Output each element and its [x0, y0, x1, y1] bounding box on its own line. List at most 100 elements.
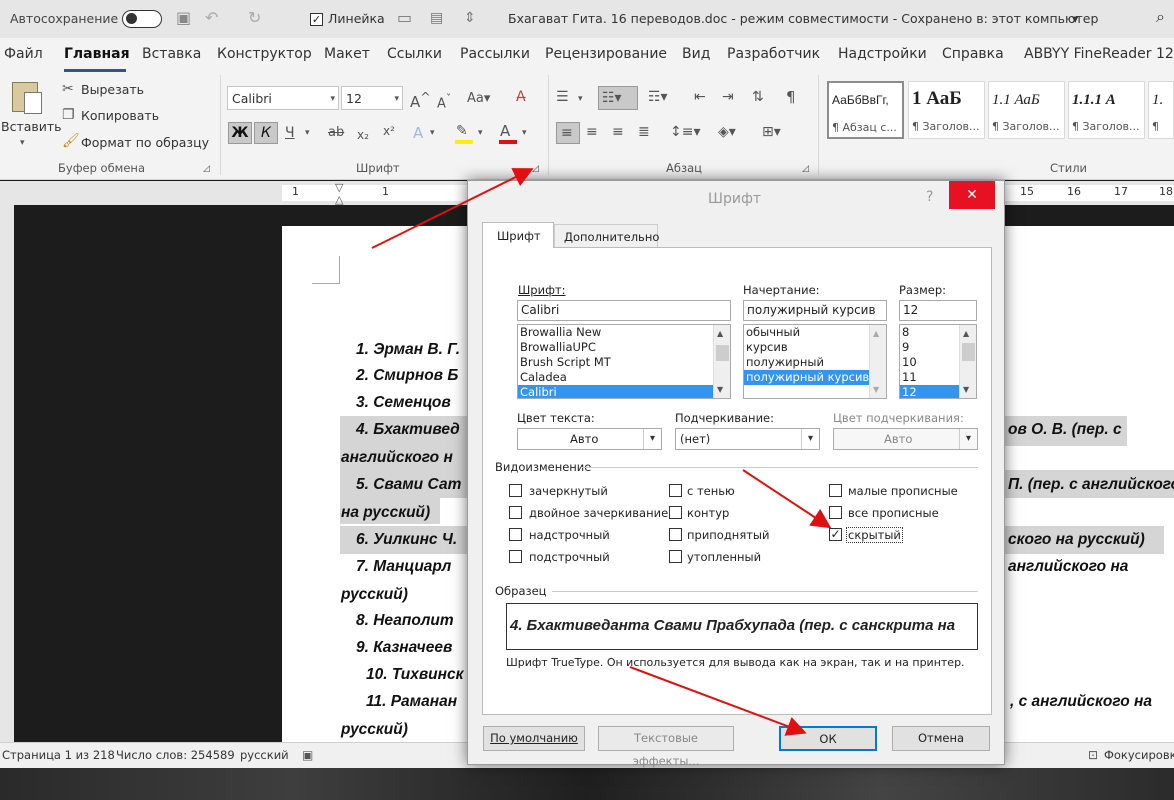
- bold-button[interactable]: Ж: [228, 122, 252, 144]
- font-color-icon[interactable]: A: [500, 122, 510, 140]
- shading-icon[interactable]: ◈▾: [718, 123, 736, 141]
- superscript-icon[interactable]: x²: [383, 122, 395, 140]
- justify-icon[interactable]: ≣: [638, 123, 650, 141]
- print-icon[interactable]: ▤: [430, 9, 443, 27]
- macro-icon[interactable]: ▣: [302, 746, 313, 764]
- hidden-checkbox[interactable]: ✓: [829, 528, 842, 541]
- list-item-selected[interactable]: полужирный курсив: [744, 370, 870, 385]
- text-effects-button[interactable]: Текстовые эффекты...: [598, 726, 734, 768]
- text-effects-icon[interactable]: A: [413, 124, 423, 142]
- tab-home[interactable]: Главная: [64, 46, 130, 62]
- cut-label[interactable]: Вырезать: [81, 82, 144, 97]
- font-dialog-launcher-icon[interactable]: ◿: [532, 160, 539, 178]
- bullets-icon[interactable]: ☰: [556, 88, 569, 106]
- chevron-down-icon[interactable]: ▾: [478, 124, 483, 142]
- line-spacing-icon[interactable]: ↕≡▾: [670, 123, 701, 141]
- status-focus[interactable]: Фокусировка: [1104, 748, 1174, 762]
- tab-advanced[interactable]: Дополнительно: [554, 224, 659, 247]
- list-item[interactable]: курсив: [744, 340, 886, 355]
- multilevel-list-icon[interactable]: ☶▾: [648, 88, 668, 106]
- font-size-box[interactable]: 12 ▾: [341, 86, 403, 110]
- outline-checkbox[interactable]: [669, 506, 682, 519]
- emboss-checkbox[interactable]: [669, 528, 682, 541]
- tab-help[interactable]: Справка: [942, 46, 1004, 62]
- font-size-input[interactable]: 12: [899, 300, 977, 321]
- set-default-button[interactable]: По умолчанию: [483, 726, 585, 751]
- tab-insert[interactable]: Вставка: [142, 46, 201, 62]
- chevron-down-icon[interactable]: ▾: [305, 124, 310, 142]
- copy-icon[interactable]: ❐: [62, 106, 75, 124]
- double-strike-checkbox[interactable]: [509, 506, 522, 519]
- chevron-down-icon[interactable]: ▾: [522, 124, 527, 142]
- customize-qat-icon[interactable]: ⇕: [464, 9, 476, 27]
- list-item[interactable]: BrowalliaUPC: [518, 340, 730, 355]
- undo-icon[interactable]: ↶: [205, 9, 218, 27]
- format-painter-label[interactable]: Формат по образцу: [81, 135, 209, 150]
- clear-format-icon[interactable]: A̶: [516, 88, 526, 106]
- style-normal[interactable]: АаБбВвГг, ¶ Абзац с...: [827, 81, 904, 139]
- autosave-toggle[interactable]: [122, 10, 162, 28]
- scroll-up-icon[interactable]: ▲: [873, 325, 879, 343]
- tab-file[interactable]: Файл: [4, 46, 43, 62]
- font-name-input[interactable]: Calibri: [517, 300, 731, 321]
- scroll-down-icon[interactable]: ▼: [963, 381, 969, 398]
- tab-references[interactable]: Ссылки: [387, 46, 442, 62]
- align-center-icon[interactable]: ≡: [586, 123, 598, 141]
- scrollbar[interactable]: ▲ ▼: [869, 325, 886, 398]
- font-style-list[interactable]: обычный курсив полужирный полужирный кур…: [743, 324, 887, 399]
- chevron-down-icon[interactable]: ▾: [578, 90, 583, 108]
- italic-button[interactable]: К: [254, 122, 278, 144]
- shadow-checkbox[interactable]: [669, 484, 682, 497]
- tab-addins[interactable]: Надстройки: [838, 46, 927, 62]
- strikethrough-icon[interactable]: ab: [328, 124, 344, 142]
- status-words[interactable]: Число слов: 254589: [116, 748, 235, 762]
- close-button[interactable]: ✕: [949, 181, 995, 209]
- list-item-selected[interactable]: Calibri: [518, 385, 714, 398]
- font-family-box[interactable]: Calibri ▾: [227, 86, 339, 110]
- increase-indent-icon[interactable]: ⇥: [722, 88, 734, 106]
- ok-button[interactable]: ОК: [779, 726, 877, 751]
- copy-label[interactable]: Копировать: [81, 108, 159, 123]
- scroll-thumb[interactable]: [962, 343, 975, 361]
- change-case-icon[interactable]: Aa▾: [467, 90, 490, 108]
- align-left-button[interactable]: ≡: [556, 122, 580, 144]
- style-heading-4[interactable]: 1. ¶: [1148, 81, 1174, 139]
- small-caps-checkbox[interactable]: [829, 484, 842, 497]
- strikethrough-checkbox[interactable]: [509, 484, 522, 497]
- scroll-up-icon[interactable]: ▲: [717, 325, 723, 343]
- style-heading-1[interactable]: 1 АаБ ¶ Заголов...: [908, 81, 985, 139]
- save-icon[interactable]: ▣: [176, 9, 191, 27]
- scrollbar[interactable]: ▲ ▼: [713, 325, 730, 398]
- decrease-indent-icon[interactable]: ⇤: [694, 88, 706, 106]
- cut-icon[interactable]: ✂: [62, 80, 74, 98]
- paste-label[interactable]: Вставить: [1, 119, 62, 134]
- grow-font-icon[interactable]: A^: [410, 88, 431, 111]
- scroll-down-icon[interactable]: ▼: [717, 381, 723, 398]
- tab-layout[interactable]: Макет: [324, 46, 370, 62]
- tab-view[interactable]: Вид: [682, 46, 710, 62]
- tab-abbyy[interactable]: ABBYY FineReader 12: [1024, 46, 1174, 62]
- scroll-up-icon[interactable]: ▲: [963, 325, 969, 343]
- clipboard-launcher-icon[interactable]: ◿: [203, 160, 210, 178]
- chevron-down-icon[interactable]: ▾: [430, 124, 435, 142]
- ruler-checkbox[interactable]: ✓: [310, 13, 323, 26]
- align-right-icon[interactable]: ≡: [612, 123, 624, 141]
- list-item[interactable]: Caladea: [518, 370, 730, 385]
- style-heading-3[interactable]: 1.1.1 А ¶ Заголов...: [1068, 81, 1145, 139]
- list-item[interactable]: Brush Script MT: [518, 355, 730, 370]
- font-color-select[interactable]: Авто ▾: [517, 428, 662, 450]
- borders-icon[interactable]: ⊞▾: [762, 123, 781, 141]
- font-style-input[interactable]: полужирный курсив: [743, 300, 887, 321]
- underline-select[interactable]: (нет) ▾: [675, 428, 820, 450]
- list-item[interactable]: Browallia New: [518, 325, 730, 340]
- title-chevron-icon[interactable]: ▾: [1072, 11, 1078, 26]
- status-page[interactable]: Страница 1 из 218: [2, 748, 115, 762]
- underline-color-select[interactable]: Авто ▾: [833, 428, 978, 450]
- superscript-checkbox[interactable]: [509, 528, 522, 541]
- subscript-icon[interactable]: x₂: [357, 126, 369, 144]
- paste-button[interactable]: [10, 78, 44, 118]
- paragraph-launcher-icon[interactable]: ◿: [802, 160, 809, 178]
- tab-design[interactable]: Конструктор: [217, 46, 312, 62]
- list-item[interactable]: полужирный: [744, 355, 886, 370]
- tab-review[interactable]: Рецензирование: [545, 46, 667, 62]
